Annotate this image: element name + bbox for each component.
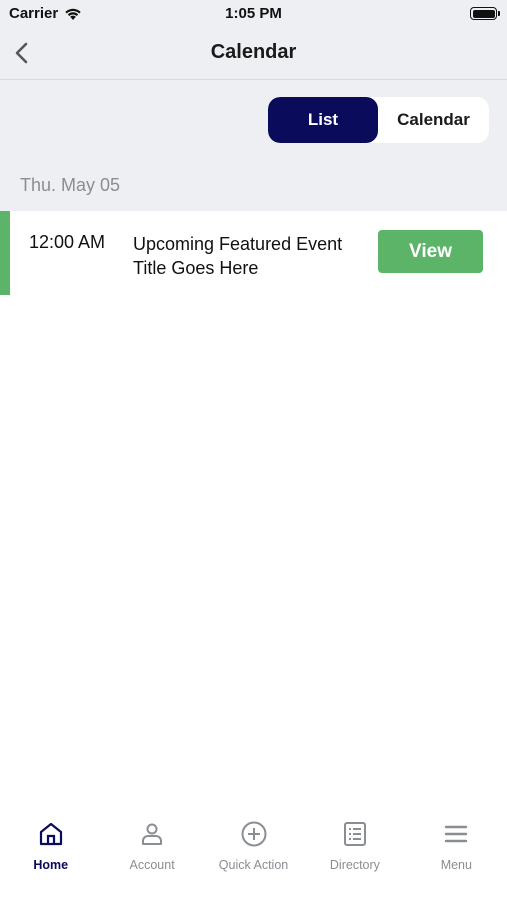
event-list-item[interactable]: 12:00 AM Upcoming Featured Event Title G… bbox=[0, 211, 507, 295]
list-icon bbox=[343, 822, 366, 846]
status-time: 1:05 PM bbox=[225, 5, 282, 22]
status-bar: Carrier 1:05 PM bbox=[0, 0, 507, 28]
hamburger-icon bbox=[445, 825, 468, 843]
navigation-bar: Calendar bbox=[0, 28, 507, 80]
home-icon bbox=[39, 822, 62, 846]
plus-circle-icon bbox=[241, 821, 267, 847]
account-icon bbox=[142, 823, 163, 845]
event-time: 12:00 AM bbox=[29, 232, 106, 252]
event-title: Upcoming Featured Event Title Goes Here bbox=[133, 234, 343, 278]
tab-home[interactable]: Home bbox=[0, 806, 101, 900]
tab-menu[interactable]: Menu bbox=[406, 806, 507, 900]
battery-icon bbox=[470, 7, 500, 20]
segment-list[interactable]: List bbox=[268, 97, 378, 143]
tab-label-account: Account bbox=[129, 858, 175, 872]
tab-label-menu: Menu bbox=[440, 858, 472, 872]
page-title: Calendar bbox=[210, 41, 297, 63]
tab-label-directory: Directory bbox=[329, 858, 380, 872]
event-accent-bar bbox=[0, 211, 10, 295]
view-mode-segmented-control: List Calendar bbox=[268, 97, 489, 143]
tab-label-home: Home bbox=[33, 858, 69, 872]
view-event-button[interactable]: View bbox=[378, 230, 483, 273]
segment-calendar[interactable]: Calendar bbox=[378, 97, 489, 143]
tab-label-quick-action: Quick Action bbox=[218, 858, 289, 872]
tab-directory[interactable]: Directory bbox=[304, 806, 405, 900]
bottom-tab-bar: Home Account Quick Action Directory Menu bbox=[0, 806, 507, 900]
tab-account[interactable]: Account bbox=[101, 806, 202, 900]
date-section-header: Thu. May 05 bbox=[20, 175, 121, 195]
tab-quick-action[interactable]: Quick Action bbox=[203, 806, 304, 900]
